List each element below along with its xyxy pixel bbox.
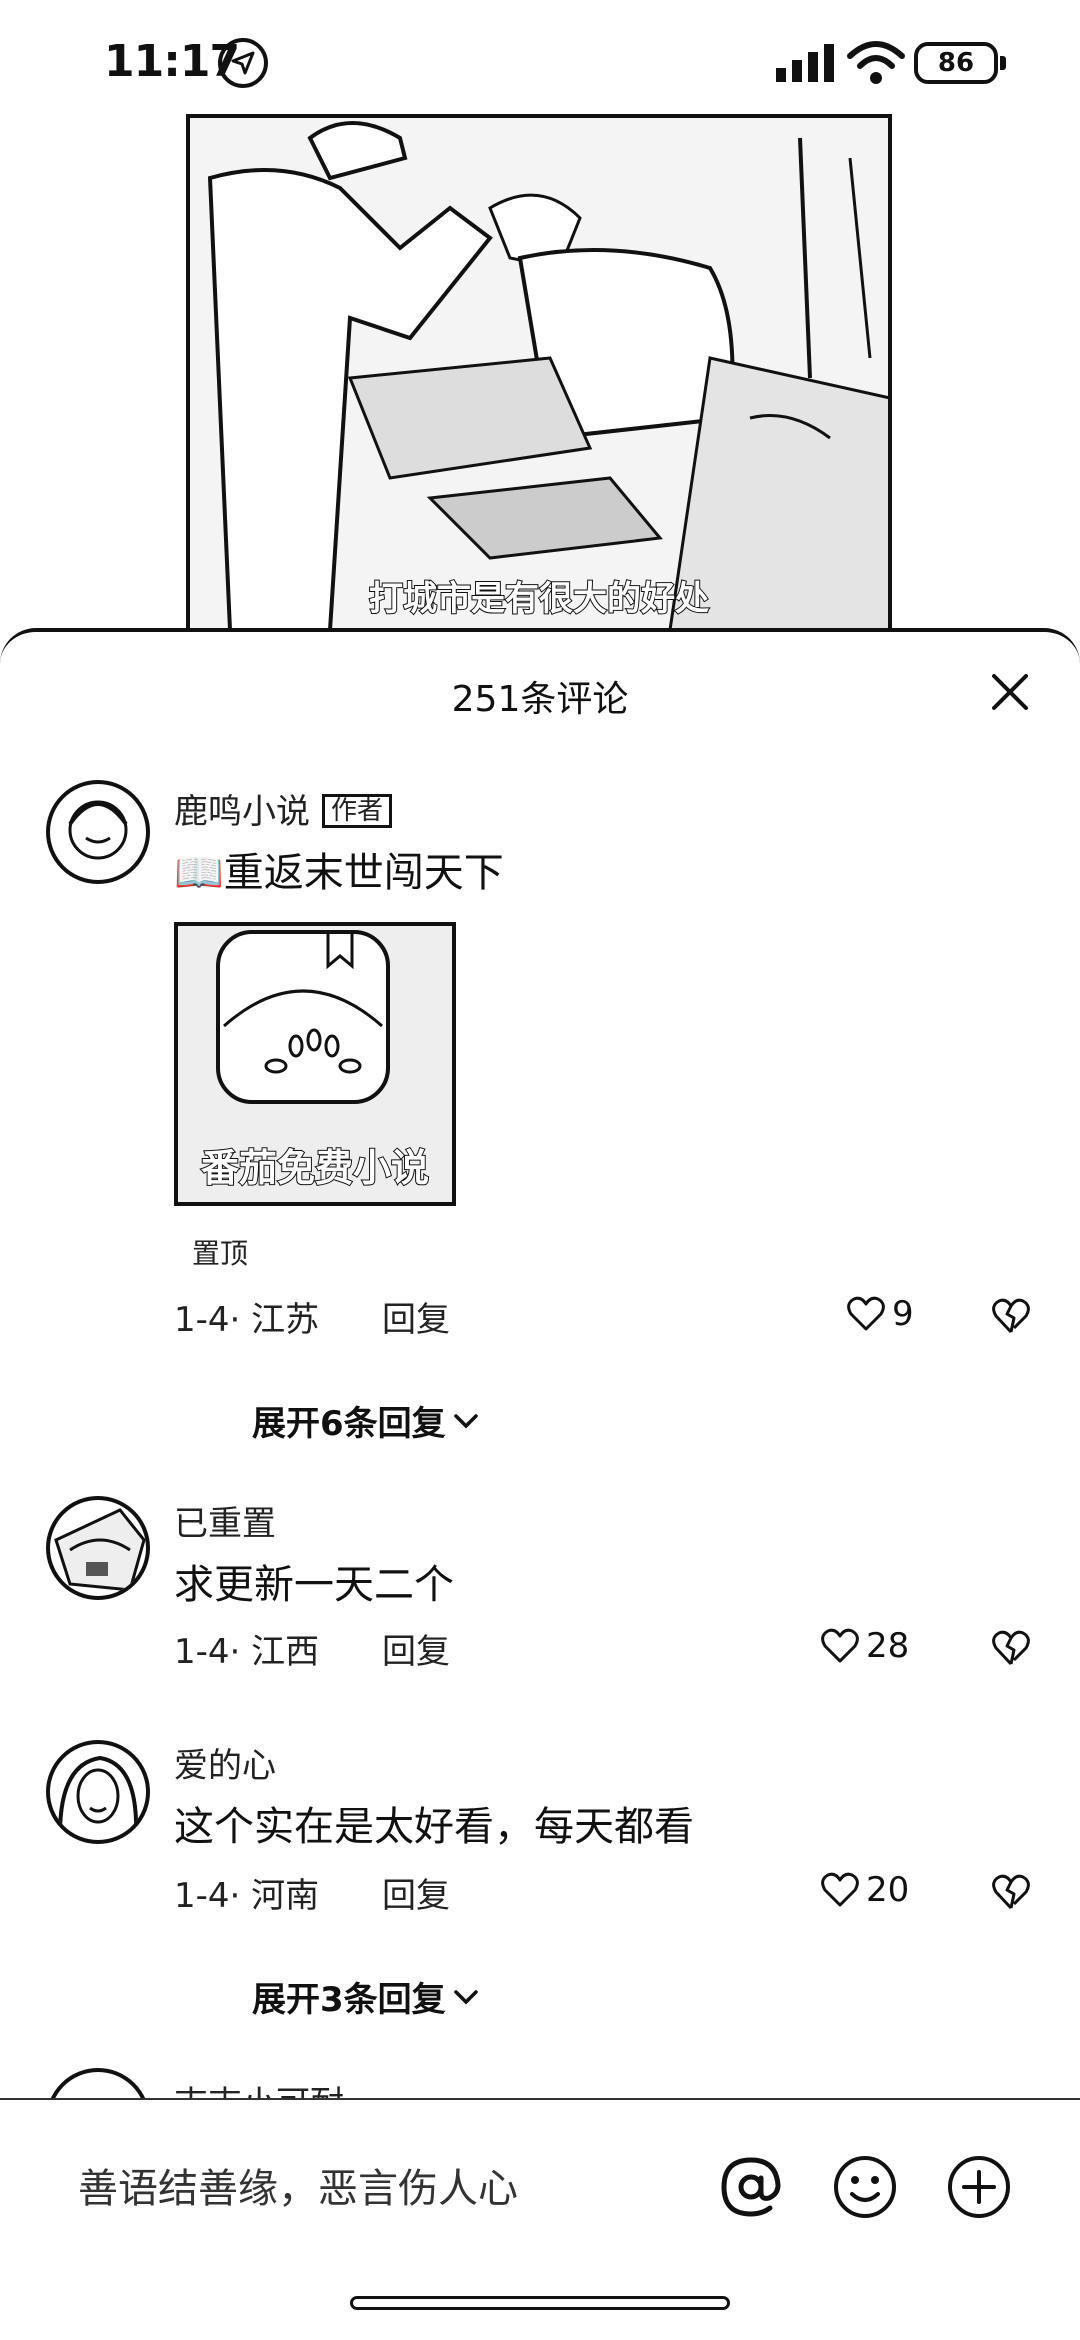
- broken-heart-icon[interactable]: [990, 1872, 1032, 1912]
- chevron-down-icon: [453, 1989, 478, 2004]
- expand-replies-label: 展开6条回复: [252, 1404, 446, 1444]
- comment-input-bar: 善语结善缘，恶言伤人心: [0, 2098, 1080, 2340]
- pinned-label: 置顶: [192, 1237, 249, 1270]
- comment-author-name: 鹿鸣小说: [174, 792, 310, 832]
- expand-replies-button[interactable]: 展开6条回复: [252, 1396, 480, 1445]
- comment-author-name[interactable]: 已重置: [174, 1496, 276, 1545]
- battery-level: 86: [937, 48, 975, 78]
- expand-replies-button[interactable]: 展开3条回复: [252, 1972, 480, 2021]
- comment-meta: 1-4· 江西: [174, 1632, 320, 1672]
- like-count: 9: [892, 1294, 914, 1334]
- comment-meta: 1-4· 江苏: [174, 1300, 320, 1340]
- close-icon[interactable]: [984, 666, 1036, 718]
- like-button[interactable]: 9: [846, 1294, 914, 1334]
- video-player[interactable]: 打城市是有很大的好处: [186, 114, 892, 634]
- avatar[interactable]: [46, 780, 150, 884]
- video-subtitle: 打城市是有很大的好处: [368, 578, 710, 620]
- image-caption: 番茄免费小说: [200, 1145, 430, 1191]
- comment-author-name[interactable]: 爱的心: [174, 1738, 276, 1787]
- like-count: 20: [866, 1870, 910, 1910]
- battery-indicator: 86: [914, 42, 998, 84]
- cellular-signal-icon: [776, 44, 834, 82]
- heart-icon: [847, 1296, 885, 1331]
- reply-button[interactable]: 回复: [382, 1624, 450, 1673]
- comments-count-title: 251条评论: [451, 679, 629, 720]
- comment-text: 求更新一天二个: [174, 1562, 454, 1608]
- avatar[interactable]: [46, 1496, 150, 1600]
- add-plus-icon[interactable]: [944, 2152, 1014, 2222]
- comments-sheet: 251条评论 鹿鸣小说 作者 📖重返末世闯天下 番茄免费小说 置顶 1-4· 江…: [0, 628, 1080, 2338]
- chevron-down-icon: [453, 1413, 478, 1428]
- status-bar: 11:17 86: [0, 0, 1080, 120]
- location-arrow-icon: [218, 38, 268, 88]
- comment-input[interactable]: 善语结善缘，恶言伤人心: [78, 2156, 518, 2214]
- like-count: 28: [866, 1626, 910, 1666]
- battery-cap: [1000, 56, 1006, 70]
- emoji-icon[interactable]: [830, 2152, 900, 2222]
- comment-author[interactable]: 鹿鸣小说 作者: [174, 784, 393, 833]
- author-badge: 作者: [322, 794, 393, 828]
- avatar[interactable]: [46, 1740, 150, 1844]
- broken-heart-icon[interactable]: [990, 1296, 1032, 1336]
- comment-text: 这个实在是太好看，每天都看: [174, 1804, 694, 1850]
- like-button[interactable]: 28: [820, 1626, 909, 1666]
- comment-meta: 1-4· 河南: [174, 1876, 320, 1916]
- heart-icon: [821, 1872, 859, 1907]
- reply-button[interactable]: 回复: [382, 1292, 450, 1341]
- video-frame-illustration: [207, 121, 888, 630]
- expand-replies-label: 展开3条回复: [252, 1980, 446, 2020]
- home-indicator[interactable]: [350, 2296, 730, 2310]
- mention-at-icon[interactable]: [716, 2152, 786, 2222]
- broken-heart-icon[interactable]: [990, 1628, 1032, 1668]
- comment-image[interactable]: 番茄免费小说: [174, 922, 456, 1206]
- wifi-icon: [847, 41, 905, 84]
- comment-text: 📖重返末世闯天下: [174, 850, 504, 896]
- reply-button[interactable]: 回复: [382, 1868, 450, 1917]
- like-button[interactable]: 20: [820, 1870, 909, 1910]
- heart-icon: [821, 1628, 859, 1663]
